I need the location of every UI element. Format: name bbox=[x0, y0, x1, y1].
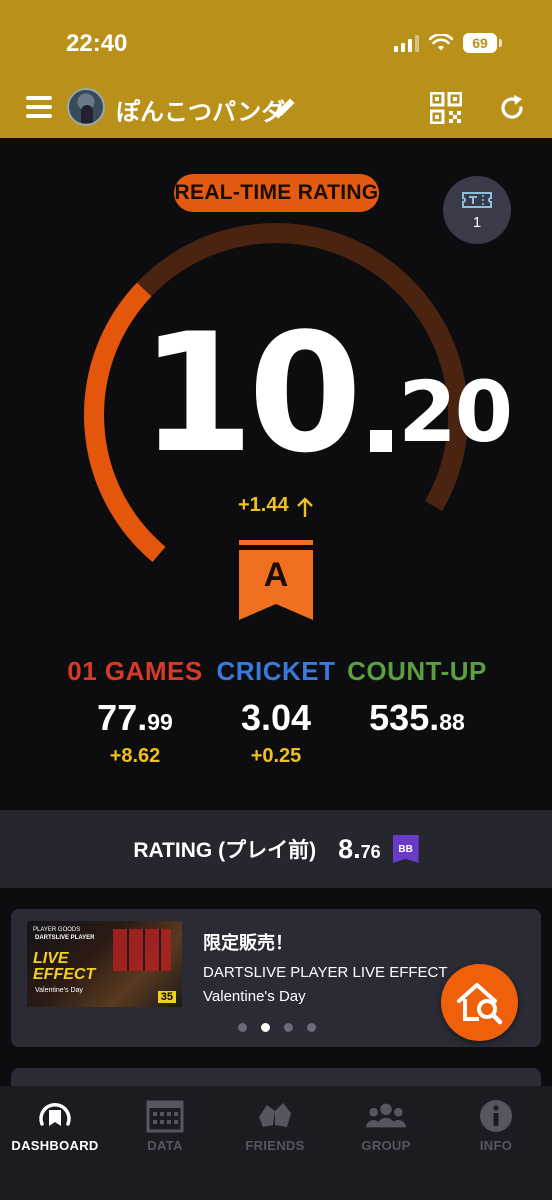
stat-label: COUNT-UP bbox=[347, 656, 487, 686]
stat-count-up[interactable]: COUNT-UP 535.88 bbox=[327, 656, 507, 745]
ticket-icon bbox=[462, 191, 492, 208]
shop-search-button[interactable] bbox=[441, 964, 518, 1041]
carousel-dots[interactable] bbox=[238, 1023, 316, 1032]
info-icon bbox=[476, 1096, 516, 1136]
pre-play-rating-label: RATING (プレイ前) bbox=[133, 839, 317, 862]
carousel-dot[interactable] bbox=[238, 1023, 247, 1032]
arrow-up-icon bbox=[297, 497, 313, 517]
thumbnail-caption: Valentine's Day bbox=[35, 987, 83, 994]
real-time-rating-badge: REAL-TIME RATING bbox=[174, 174, 379, 212]
stat-value: 535.88 bbox=[369, 697, 465, 738]
ticket-button[interactable]: 1 bbox=[443, 176, 511, 244]
nav-dashboard[interactable]: DASHBOARD bbox=[0, 1096, 110, 1153]
nav-data[interactable]: DATA bbox=[110, 1096, 220, 1153]
rating-delta: +1.44 bbox=[238, 494, 289, 516]
thumbnail-badge: 35 bbox=[157, 991, 176, 1003]
carousel-dot[interactable] bbox=[284, 1023, 293, 1032]
news-thumbnail[interactable]: PLAYER GOODS DARTSLIVE PLAYER LIVE EFFEC… bbox=[27, 921, 182, 1007]
calendar-icon bbox=[145, 1096, 185, 1136]
news-title: 限定販売！ bbox=[203, 933, 293, 953]
class-label: A bbox=[263, 556, 289, 594]
pre-play-rating-band: RATING (プレイ前) 8.76 BB bbox=[0, 810, 552, 888]
nav-label: FRIENDS bbox=[245, 1138, 305, 1153]
thumbnail-top-text: PLAYER GOODS bbox=[33, 927, 81, 933]
friends-icon bbox=[255, 1096, 295, 1136]
rating-decimal: 20 bbox=[398, 363, 513, 461]
nav-friends[interactable]: FRIENDS bbox=[220, 1096, 330, 1153]
nav-label: DASHBOARD bbox=[11, 1138, 99, 1153]
nav-info[interactable]: INFO bbox=[441, 1096, 551, 1153]
pre-play-rating-value: 8.76 bbox=[338, 833, 381, 864]
rating-decimal-point bbox=[370, 430, 393, 452]
carousel-dot[interactable] bbox=[307, 1023, 316, 1032]
nav-label: INFO bbox=[479, 1138, 513, 1153]
nav-group[interactable]: GROUP bbox=[331, 1096, 441, 1153]
group-icon bbox=[366, 1096, 406, 1136]
bottom-navigation: DASHBOARD DATA FRIENDS GROUP INFO bbox=[0, 1086, 552, 1200]
ticket-count: 1 bbox=[472, 213, 482, 231]
shop-search-icon bbox=[456, 982, 502, 1024]
stat-delta: +0.25 bbox=[250, 745, 302, 767]
thumbnail-artwork bbox=[113, 929, 171, 971]
dashboard-icon bbox=[35, 1096, 75, 1136]
nav-label: DATA bbox=[147, 1138, 183, 1153]
flight-badge: BB bbox=[392, 835, 419, 863]
thumbnail-subtitle: DARTSLIVE PLAYER bbox=[35, 935, 95, 941]
rating-integer: 10 bbox=[140, 298, 362, 489]
rating-value: 10 20 bbox=[140, 298, 513, 489]
carousel-dot[interactable] bbox=[261, 1023, 270, 1032]
nav-label: GROUP bbox=[361, 1138, 411, 1153]
thumbnail-effect-text: LIVE EFFECT bbox=[33, 950, 96, 983]
